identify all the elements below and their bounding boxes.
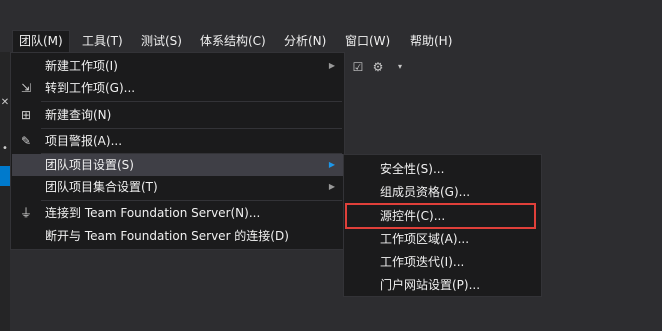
submenu-item-security[interactable]: 安全性(S)... bbox=[345, 158, 540, 180]
goto-workitem-icon: ⇲ bbox=[20, 81, 32, 95]
project-settings-submenu: 安全性(S)... 组成员资格(G)... 源控件(C)... 工作项区域(A)… bbox=[343, 154, 542, 297]
new-query-icon: ⊞ bbox=[20, 108, 32, 122]
selected-tab-indicator bbox=[0, 166, 10, 186]
dropdown-arrow-icon[interactable]: ▾ bbox=[391, 58, 409, 76]
submenu-item-portal-settings[interactable]: 门户网站设置(P)... bbox=[345, 274, 540, 296]
menu-item-collection-settings[interactable]: 团队项目集合设置(T) ▶ bbox=[12, 176, 343, 198]
menu-item-connect-tfs[interactable]: ⏚ 连接到 Team Foundation Server(N)... bbox=[12, 202, 343, 224]
submenu-arrow-icon: ▶ bbox=[328, 61, 335, 70]
menu-item-disconnect-tfs[interactable]: 断开与 Team Foundation Server 的连接(D) bbox=[12, 225, 343, 247]
menu-analyze[interactable]: 分析(N) bbox=[278, 30, 332, 52]
menu-item-label: 项目警报(A)... bbox=[45, 134, 123, 148]
team-menu-dropdown: 新建工作项(I) ▶ ⇲ 转到工作项(G)... ⊞ 新建查询(N) ✎ 项目警… bbox=[10, 52, 345, 250]
menu-item-new-query[interactable]: ⊞ 新建查询(N) bbox=[12, 104, 343, 126]
team-icon[interactable]: ⚙ bbox=[369, 58, 387, 76]
menu-item-label: 转到工作项(G)... bbox=[45, 81, 136, 95]
menu-item-label: 断开与 Team Foundation Server 的连接(D) bbox=[45, 229, 289, 243]
highlight-outline bbox=[345, 203, 536, 229]
menu-item-project-alerts[interactable]: ✎ 项目警报(A)... bbox=[12, 130, 343, 152]
toolbar: ☑ ⚙ ▾ bbox=[345, 58, 662, 78]
plug-icon: ⏚ bbox=[19, 206, 32, 220]
pin-icon[interactable]: • bbox=[0, 142, 10, 156]
menu-item-label: 安全性(S)... bbox=[380, 162, 445, 176]
submenu-item-workitem-iterations[interactable]: 工作项迭代(I)... bbox=[345, 251, 540, 273]
menu-item-goto-workitem[interactable]: ⇲ 转到工作项(G)... bbox=[12, 77, 343, 99]
menu-architecture[interactable]: 体系结构(C) bbox=[194, 30, 272, 52]
submenu-item-group-membership[interactable]: 组成员资格(G)... bbox=[345, 181, 540, 203]
menu-test[interactable]: 测试(S) bbox=[135, 30, 188, 52]
menu-help[interactable]: 帮助(H) bbox=[404, 30, 458, 52]
menu-item-label: 工作项迭代(I)... bbox=[380, 255, 465, 269]
menu-item-label: 团队项目设置(S) bbox=[45, 158, 134, 172]
menu-separator bbox=[41, 101, 342, 102]
menu-bar: 团队(M) 工具(T) 测试(S) 体系结构(C) 分析(N) 窗口(W) 帮助… bbox=[0, 30, 662, 53]
menu-separator bbox=[41, 200, 342, 201]
menu-item-label: 新建查询(N) bbox=[45, 108, 112, 122]
menu-team[interactable]: 团队(M) bbox=[12, 30, 70, 53]
submenu-item-workitem-areas[interactable]: 工作项区域(A)... bbox=[345, 228, 540, 250]
menu-item-label: 工作项区域(A)... bbox=[380, 232, 470, 246]
menu-item-label: 组成员资格(G)... bbox=[380, 185, 471, 199]
menu-item-label: 门户网站设置(P)... bbox=[380, 278, 481, 292]
menu-separator bbox=[41, 128, 342, 129]
submenu-arrow-icon: ▶ bbox=[328, 160, 335, 169]
left-panel-edge: ✕ • bbox=[0, 52, 10, 331]
menu-item-label: 新建工作项(I) bbox=[45, 59, 118, 73]
title-area bbox=[0, 0, 662, 30]
checklist-icon[interactable]: ☑ bbox=[349, 58, 367, 76]
close-icon[interactable]: ✕ bbox=[0, 96, 10, 110]
alert-icon: ✎ bbox=[20, 134, 32, 148]
menu-tools[interactable]: 工具(T) bbox=[76, 30, 129, 52]
submenu-arrow-icon: ▶ bbox=[328, 182, 335, 191]
menu-window[interactable]: 窗口(W) bbox=[339, 30, 396, 52]
menu-item-new-workitem[interactable]: 新建工作项(I) ▶ bbox=[12, 55, 343, 77]
menu-item-label: 团队项目集合设置(T) bbox=[45, 180, 158, 194]
menu-item-team-project-settings[interactable]: 团队项目设置(S) ▶ bbox=[12, 154, 343, 176]
menu-item-label: 连接到 Team Foundation Server(N)... bbox=[45, 206, 261, 220]
